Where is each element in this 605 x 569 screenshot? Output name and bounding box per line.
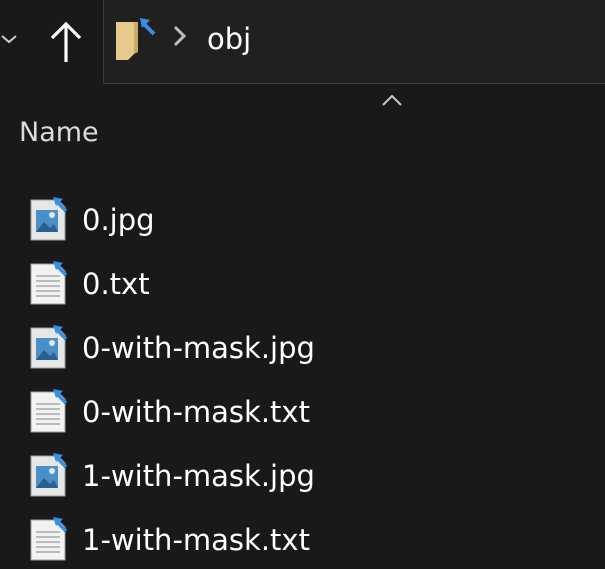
image-file-icon (30, 197, 68, 241)
arrow-up-icon (50, 21, 82, 62)
file-name: 0.txt (82, 267, 150, 301)
file-name: 1-with-mask.jpg (82, 459, 315, 493)
image-file-icon (30, 453, 68, 497)
file-name: 1-with-mask.txt (82, 523, 310, 557)
text-file-icon (30, 261, 68, 305)
list-item[interactable]: 0-with-mask.txt (0, 382, 605, 444)
sort-ascending-caret-icon (382, 94, 402, 106)
image-file-icon (30, 325, 68, 369)
file-name: 0.jpg (82, 203, 155, 237)
text-file-icon (30, 389, 68, 433)
up-one-level-button[interactable] (44, 16, 88, 68)
chevron-right-icon (173, 25, 187, 47)
address-path-segment[interactable]: obj (207, 19, 251, 59)
list-item[interactable]: 0.txt (0, 254, 605, 316)
list-item[interactable]: 0.jpg (0, 190, 605, 252)
file-name: 0-with-mask.jpg (82, 331, 315, 365)
chevron-down-icon (1, 35, 17, 44)
recent-locations-button[interactable] (0, 22, 18, 56)
navigation-bar: obj (0, 0, 605, 86)
list-item[interactable]: 1-with-mask.txt (0, 510, 605, 569)
file-explorer-window: obj Name 0.jpg 0.txt 0-with-mask.jpg 0-w… (0, 0, 605, 569)
file-name: 0-with-mask.txt (82, 395, 310, 429)
column-header-name[interactable]: Name (19, 114, 99, 152)
address-bar[interactable]: obj (103, 0, 605, 84)
list-item[interactable]: 0-with-mask.jpg (0, 318, 605, 380)
list-item[interactable]: 1-with-mask.jpg (0, 446, 605, 508)
text-file-icon (30, 517, 68, 561)
folder-shortcut-icon (116, 18, 156, 60)
